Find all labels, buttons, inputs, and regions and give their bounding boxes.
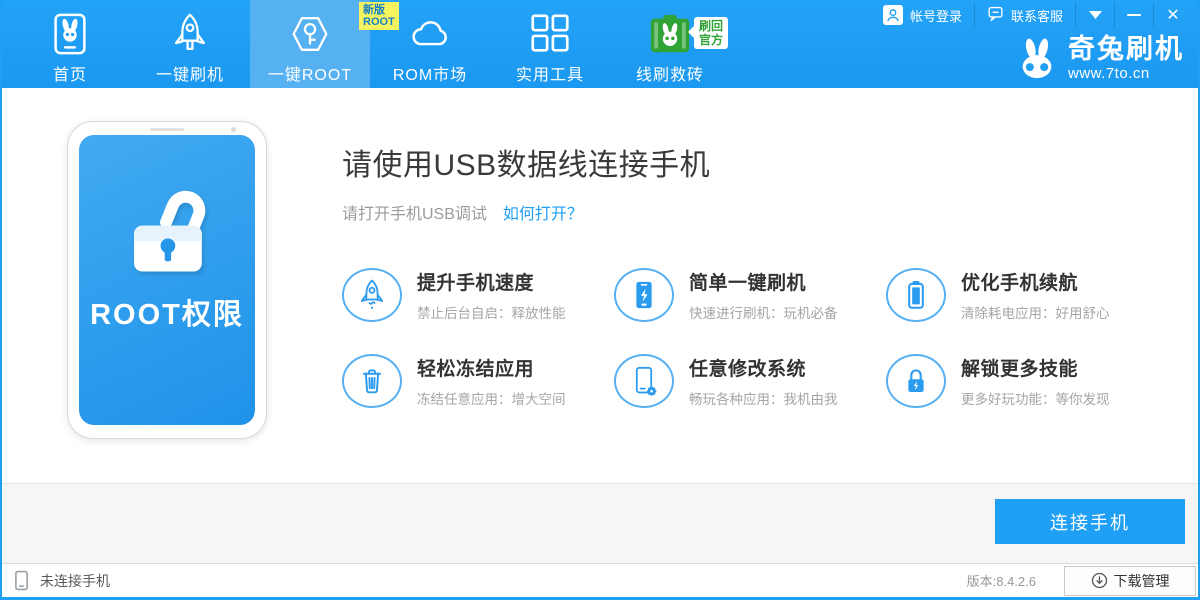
unlocked-padlock-icon: [112, 183, 222, 283]
app-window: 首页 一键刷机: [0, 0, 1200, 600]
account-login-label: 帐号登录: [910, 6, 962, 25]
feature-desc: 快速进行刷机：玩机必备: [689, 302, 838, 322]
nav-tab-label: 实用工具: [516, 61, 584, 85]
brand-logo: 奇兔刷机 www.7to.cn: [1014, 36, 1184, 81]
account-login-button[interactable]: 帐号登录: [871, 0, 974, 30]
connect-instructions: 请使用USB数据线连接手机 请打开手机USB调试如何打开？: [342, 88, 1188, 408]
nav-tab-one-key-flash[interactable]: 一键刷机: [130, 0, 250, 88]
page-title: 请使用USB数据线连接手机: [342, 140, 1188, 184]
brand-name: 奇兔刷机: [1068, 36, 1184, 63]
phone-status-icon: [14, 570, 29, 591]
feature-title: 简单一键刷机: [689, 268, 838, 295]
root-permission-label: ROOT权限: [90, 291, 244, 333]
feature-title: 轻松冻结应用: [417, 354, 566, 381]
trash-icon: [342, 354, 402, 408]
phone-camera-dot: [231, 127, 236, 132]
how-to-open-link[interactable]: 如何打开？: [503, 206, 583, 223]
status-bar: 未连接手机 版本:8.4.2.6 下载管理: [2, 563, 1198, 597]
cloud-icon: [407, 9, 453, 59]
action-footer: 连接手机: [2, 483, 1198, 563]
home-rabbit-icon: [47, 9, 93, 59]
download-icon: [1091, 572, 1108, 589]
phone-screen: ROOT权限: [79, 135, 255, 425]
connection-status-text: 未连接手机: [40, 571, 110, 591]
nav-tab-label: 一键ROOT: [268, 61, 352, 85]
close-button[interactable]: ✕: [1154, 0, 1192, 30]
titlebar-controls: 帐号登录 联系客服: [871, 0, 1192, 30]
nav-tab-label: 线刷救砖: [636, 61, 704, 85]
feature-grid: 提升手机速度 禁止后台自启：释放性能 简单一键刷机: [342, 268, 1188, 408]
feature-speed: 提升手机速度 禁止后台自启：释放性能: [342, 268, 614, 322]
brand-url: www.7to.cn: [1068, 66, 1184, 81]
feature-freeze-apps: 轻松冻结应用 冻结任意应用：增大空间: [342, 354, 614, 408]
main-content: ROOT权限 请使用USB数据线连接手机 请打开手机USB调试如何打开？: [2, 88, 1198, 483]
green-rabbit-icon: [647, 9, 693, 59]
flash-back-official-badge: 刷回 官方: [694, 17, 728, 49]
feature-desc: 禁止后台自启：释放性能: [417, 302, 566, 322]
download-manager-button[interactable]: 下载管理: [1064, 566, 1196, 596]
phone-flash-icon: [614, 268, 674, 322]
version-text: 版本:8.4.2.6: [967, 571, 1036, 590]
contact-support-button[interactable]: 联系客服: [975, 0, 1075, 30]
chevron-down-icon: [1089, 11, 1102, 19]
feature-desc: 更多好玩功能：等你发现: [961, 388, 1110, 408]
feature-title: 任意修改系统: [689, 354, 838, 381]
close-icon: ✕: [1166, 5, 1179, 25]
nav-tab-home[interactable]: 首页: [10, 0, 130, 88]
rabbit-logo-icon: [1014, 37, 1060, 81]
feature-unlock-skills: 解锁更多技能 更多好玩功能：等你发现: [886, 354, 1166, 408]
feature-desc: 冻结任意应用：增大空间: [417, 388, 566, 408]
user-icon: [883, 5, 903, 25]
nav-tab-utilities[interactable]: 实用工具: [490, 0, 610, 88]
phone-gear-icon: [614, 354, 674, 408]
nav-tab-one-key-root[interactable]: 一键ROOT: [250, 0, 370, 88]
chat-bubble-icon: [987, 5, 1004, 25]
feature-one-key-flash: 简单一键刷机 快速进行刷机：玩机必备: [614, 268, 886, 322]
feature-desc: 清除耗电应用：好用舒心: [961, 302, 1110, 322]
hexagon-key-icon: [287, 9, 333, 59]
rocket-circle-icon: [342, 268, 402, 322]
battery-icon: [886, 268, 946, 322]
feature-title: 提升手机速度: [417, 268, 566, 295]
feature-battery: 优化手机续航 清除耗电应用：好用舒心: [886, 268, 1166, 322]
contact-support-label: 联系客服: [1011, 6, 1063, 25]
minimize-icon: [1127, 14, 1141, 17]
feature-title: 优化手机续航: [961, 268, 1110, 295]
new-version-root-badge: 新版 ROOT: [359, 2, 399, 30]
usb-debug-hint: 请打开手机USB调试: [342, 206, 487, 223]
nav-tab-label: ROM市场: [393, 61, 467, 85]
lock-flash-icon: [886, 354, 946, 408]
rocket-icon: [167, 9, 213, 59]
connect-phone-button[interactable]: 连接手机: [995, 499, 1185, 544]
nav-tab-label: 首页: [53, 61, 87, 85]
grid-tools-icon: [527, 9, 573, 59]
dropdown-menu-button[interactable]: [1076, 0, 1114, 30]
top-navigation-bar: 首页 一键刷机: [2, 0, 1198, 88]
phone-illustration: ROOT权限: [67, 121, 267, 439]
feature-title: 解锁更多技能: [961, 354, 1110, 381]
download-manager-label: 下载管理: [1114, 571, 1170, 591]
nav-tab-label: 一键刷机: [156, 61, 224, 85]
feature-desc: 畅玩各种应用：我机由我: [689, 388, 838, 408]
feature-modify-system: 任意修改系统 畅玩各种应用：我机由我: [614, 354, 886, 408]
minimize-button[interactable]: [1115, 0, 1153, 30]
phone-speaker: [150, 128, 184, 131]
